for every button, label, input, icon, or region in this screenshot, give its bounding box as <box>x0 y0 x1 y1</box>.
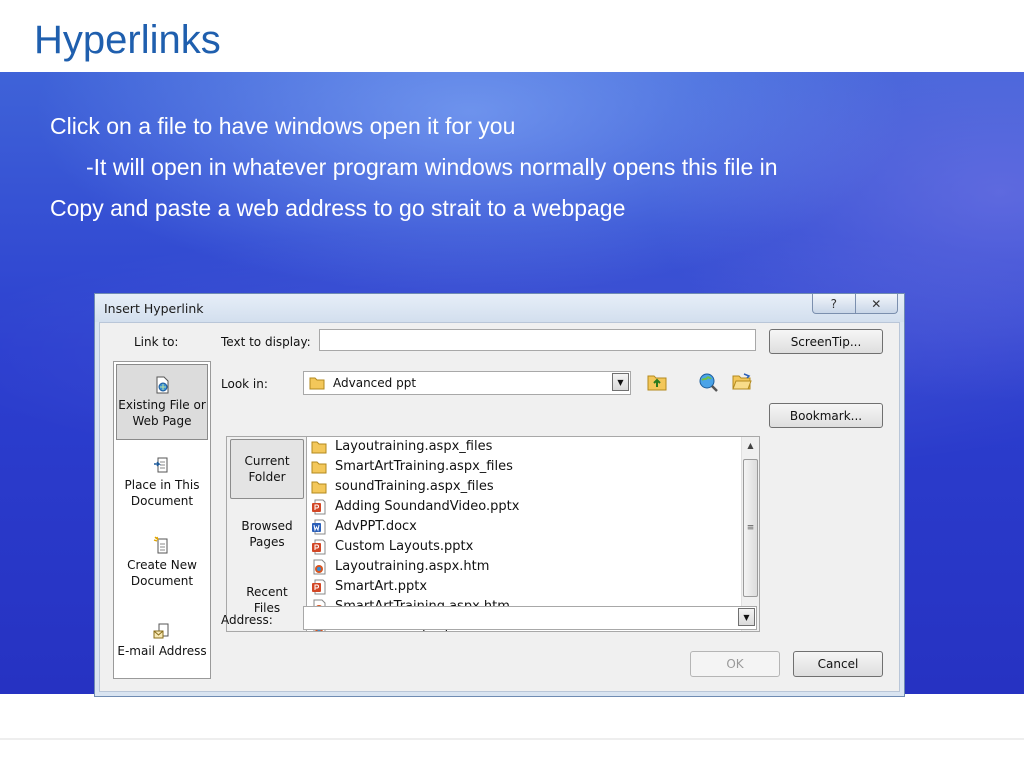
scroll-up-icon[interactable]: ▲ <box>742 437 759 454</box>
existing-file-icon <box>156 376 169 393</box>
globe-search-icon <box>699 373 718 392</box>
file-list: Layoutraining.aspx_files SmartArtTrainin… <box>306 436 760 632</box>
browse-file-button[interactable] <box>730 370 754 394</box>
file-name: SmartArtTraining.aspx_files <box>335 459 513 474</box>
link-to-place-line1: Place in This <box>124 477 200 492</box>
link-to-existing-line1: Existing File or <box>118 397 206 412</box>
scroll-thumb[interactable]: ≡ <box>743 459 758 597</box>
file-row[interactable]: SmartArtTraining.aspx_files <box>311 457 513 476</box>
screentip-button[interactable]: ScreenTip... <box>769 329 883 354</box>
bullet-web-address: Copy and paste a web address to go strai… <box>50 195 626 221</box>
link-to-panel: Existing File or Web Page Place in This … <box>113 361 211 679</box>
new-document-icon <box>153 536 168 553</box>
bullet-click-file: Click on a file to have windows open it … <box>50 113 516 139</box>
ok-button[interactable]: OK <box>690 651 780 677</box>
tab-current-line1: Current <box>244 454 290 468</box>
file-name: Layoutraining.aspx.htm <box>335 559 490 574</box>
file-name: SmartArt.pptx <box>335 579 428 594</box>
help-button[interactable]: ? <box>812 294 856 314</box>
folder-icon <box>309 377 325 390</box>
folder-icon <box>311 481 327 493</box>
look-in-label: Look in: <box>221 377 268 391</box>
file-row[interactable]: Custom Layouts.pptx <box>311 537 473 556</box>
link-to-create-line1: Create New <box>127 557 197 572</box>
text-to-display-input[interactable] <box>319 329 756 351</box>
pptx-file-icon <box>312 499 326 514</box>
link-to-existing-line2: Web Page <box>132 413 192 428</box>
dialog-body: Link to: Existing File or Web Page Place… <box>99 322 900 692</box>
pptx-file-icon <box>312 539 326 554</box>
docx-file-icon <box>312 519 326 534</box>
link-to-email-address[interactable]: E-mail Address <box>116 602 208 678</box>
bottom-divider <box>0 738 1024 740</box>
address-label: Address: <box>221 613 273 627</box>
tab-current-folder[interactable]: Current Folder <box>230 439 304 499</box>
link-to-create-line2: Document <box>130 573 194 588</box>
link-to-create-new-document[interactable]: Create New Document <box>116 524 208 600</box>
titlebar-buttons: ? ✕ <box>812 294 898 314</box>
browse-side-tabs: Current Folder Browsed Pages Recent Files <box>226 436 308 632</box>
pptx-file-icon <box>312 579 326 594</box>
dialog-title: Insert Hyperlink <box>104 301 204 316</box>
look-in-chevron-down-icon[interactable]: ▼ <box>612 373 629 391</box>
tab-recent-line1: Recent <box>246 585 288 599</box>
file-name: Layoutraining.aspx_files <box>335 439 493 454</box>
file-list-scrollbar[interactable]: ▲ ≡ ▼ <box>741 437 759 631</box>
file-row[interactable]: soundTraining.aspx_files <box>311 477 494 496</box>
link-to-label: Link to: <box>134 335 179 349</box>
dialog-titlebar: Insert Hyperlink ? ✕ <box>95 294 904 322</box>
look-in-value: Advanced ppt <box>333 376 417 390</box>
file-row[interactable]: Layoutraining.aspx.htm <box>311 557 489 576</box>
file-row[interactable]: Adding SoundandVideo.pptx <box>311 497 519 516</box>
bullet-open-program: -It will open in whatever program window… <box>86 154 778 180</box>
file-name: Custom Layouts.pptx <box>335 539 474 554</box>
insert-hyperlink-dialog: Insert Hyperlink ? ✕ Link to: Existing F… <box>94 293 905 697</box>
file-name: soundTraining.aspx_files <box>335 479 494 494</box>
tab-current-line2: Folder <box>248 470 286 484</box>
close-button[interactable]: ✕ <box>855 294 898 314</box>
browse-web-button[interactable] <box>696 370 720 394</box>
up-one-folder-button[interactable] <box>645 370 669 394</box>
bookmark-button[interactable]: Bookmark... <box>769 403 883 428</box>
link-to-email-line1: E-mail Address <box>117 643 207 658</box>
folder-icon <box>311 461 327 473</box>
link-to-place-line2: Document <box>130 493 194 508</box>
file-name: Adding SoundandVideo.pptx <box>335 499 520 514</box>
file-row[interactable]: Layoutraining.aspx_files <box>311 437 492 456</box>
text-to-display-label: Text to display: <box>221 335 311 349</box>
file-name: AdvPPT.docx <box>335 519 417 534</box>
address-input[interactable]: ▼ <box>303 606 757 630</box>
email-icon <box>153 623 169 638</box>
folder-icon <box>311 441 327 453</box>
tab-browsed-pages[interactable]: Browsed Pages <box>230 504 304 564</box>
slide-title: Hyperlinks <box>34 18 221 62</box>
link-to-place-in-document[interactable]: Place in This Document <box>116 444 208 520</box>
tab-browsed-line1: Browsed <box>241 519 293 533</box>
address-chevron-down-icon[interactable]: ▼ <box>738 608 755 626</box>
link-to-existing-file[interactable]: Existing File or Web Page <box>116 364 208 440</box>
look-in-dropdown[interactable]: Advanced ppt ▼ <box>303 371 631 395</box>
file-row[interactable]: SmartArt.pptx <box>311 577 427 596</box>
folder-up-icon <box>647 375 667 391</box>
tab-browsed-line2: Pages <box>249 535 285 549</box>
cancel-button[interactable]: Cancel <box>793 651 883 677</box>
htm-file-icon <box>313 559 326 574</box>
file-row[interactable]: AdvPPT.docx <box>311 517 417 536</box>
place-in-document-icon <box>154 457 168 472</box>
open-folder-icon <box>732 373 752 390</box>
